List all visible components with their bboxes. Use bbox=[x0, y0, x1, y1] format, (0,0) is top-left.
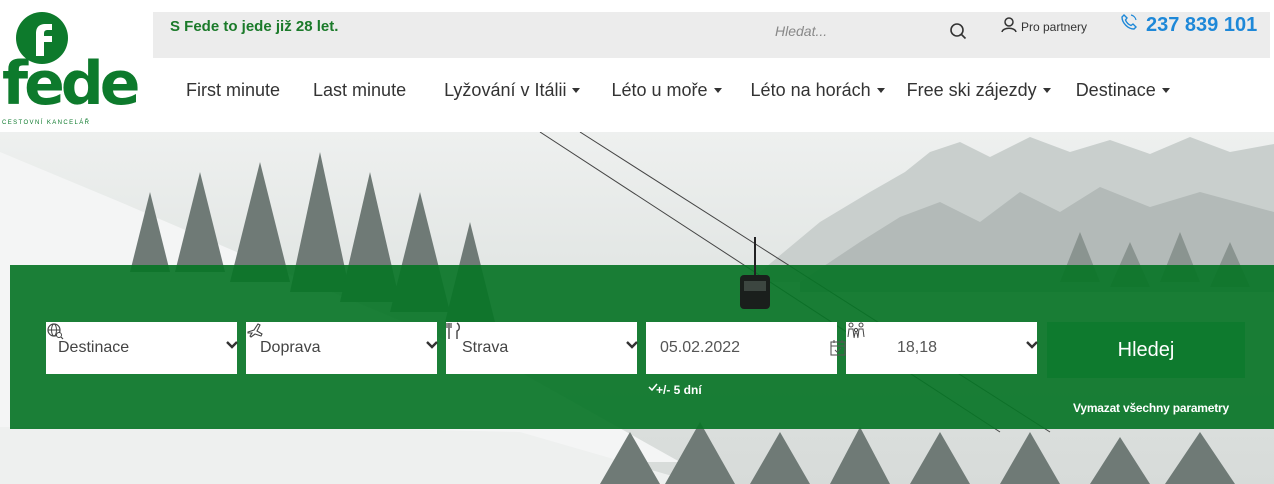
phone-icon bbox=[1120, 13, 1138, 37]
nav-item-label: Last minute bbox=[313, 80, 407, 100]
slogan: S Fede to jede již 28 let. bbox=[170, 18, 339, 35]
partners-link[interactable]: Pro partnery bbox=[1000, 16, 1087, 37]
nav-item-label: Destinace bbox=[1075, 80, 1156, 100]
nav-item-label: Léto u moře bbox=[611, 80, 708, 100]
board-select[interactable]: Strava bbox=[446, 322, 638, 374]
nav-item-free-ski[interactable]: Free ski zájezdy bbox=[907, 80, 1051, 101]
search-icon[interactable] bbox=[945, 18, 971, 44]
nav-item-destinace[interactable]: Destinace bbox=[1076, 80, 1170, 101]
caret-down-icon bbox=[1161, 88, 1170, 93]
partners-label: Pro partnery bbox=[1021, 19, 1088, 34]
date-field[interactable]: 05.02.2022 bbox=[646, 322, 846, 374]
nav-item-label: Free ski zájezdy bbox=[906, 80, 1037, 100]
nav-item-label: Lyžování v Itálii bbox=[444, 80, 567, 100]
transport-label: Doprava bbox=[260, 339, 321, 356]
clear-parameters-link[interactable]: Vymazat všechny parametry bbox=[1073, 401, 1229, 415]
nav-item-first-minute[interactable]: First minute bbox=[186, 80, 280, 101]
logo-wordmark: fede bbox=[2, 49, 140, 119]
nav-item-last-minute[interactable]: Last minute bbox=[313, 80, 406, 101]
user-icon bbox=[1000, 16, 1018, 37]
nav-item-leto-u-more[interactable]: Léto u moře bbox=[611, 80, 722, 101]
nav-item-leto-na-horach[interactable]: Léto na horách bbox=[751, 80, 885, 101]
persons-select[interactable]: 18,18 bbox=[846, 322, 1038, 374]
persons-value: 18,18 bbox=[897, 339, 938, 356]
caret-down-icon bbox=[572, 88, 581, 93]
fede-logo[interactable]: fede CESTOVNÍ KANCELÁŘ bbox=[0, 10, 140, 130]
caret-down-icon bbox=[713, 88, 722, 93]
nav-item-label: First minute bbox=[186, 80, 281, 100]
nav-item-label: Léto na horách bbox=[750, 80, 871, 100]
board-label: Strava bbox=[462, 339, 509, 356]
destination-label: Destinace bbox=[58, 339, 130, 356]
gondola-image bbox=[740, 237, 770, 309]
logo-subtitle: CESTOVNÍ KANCELÁŘ bbox=[2, 120, 91, 126]
search-input[interactable] bbox=[775, 16, 965, 46]
hero-banner: Destinace Doprava Strava 05.02.2022 18,1… bbox=[0, 132, 1274, 484]
flex-days-label: +/- 5 dní bbox=[656, 383, 702, 397]
destination-select[interactable]: Destinace bbox=[46, 322, 238, 374]
date-value: 05.02.2022 bbox=[660, 339, 741, 356]
flex-days-toggle[interactable]: +/- 5 dní bbox=[648, 383, 702, 397]
caret-down-icon bbox=[876, 88, 885, 93]
phone-number: 237 839 101 bbox=[1146, 13, 1258, 36]
phone-link[interactable]: 237 839 101 bbox=[1120, 13, 1257, 37]
top-bar: S Fede to jede již 28 let. Pro partnery … bbox=[153, 12, 1270, 58]
main-nav: First minute Last minute Lyžování v Itál… bbox=[186, 80, 1170, 101]
nav-item-lyzovani[interactable]: Lyžování v Itálii bbox=[444, 80, 581, 101]
transport-select[interactable]: Doprava bbox=[246, 322, 438, 374]
search-submit-button[interactable]: Hledej bbox=[1047, 322, 1245, 378]
caret-down-icon bbox=[1042, 88, 1051, 93]
